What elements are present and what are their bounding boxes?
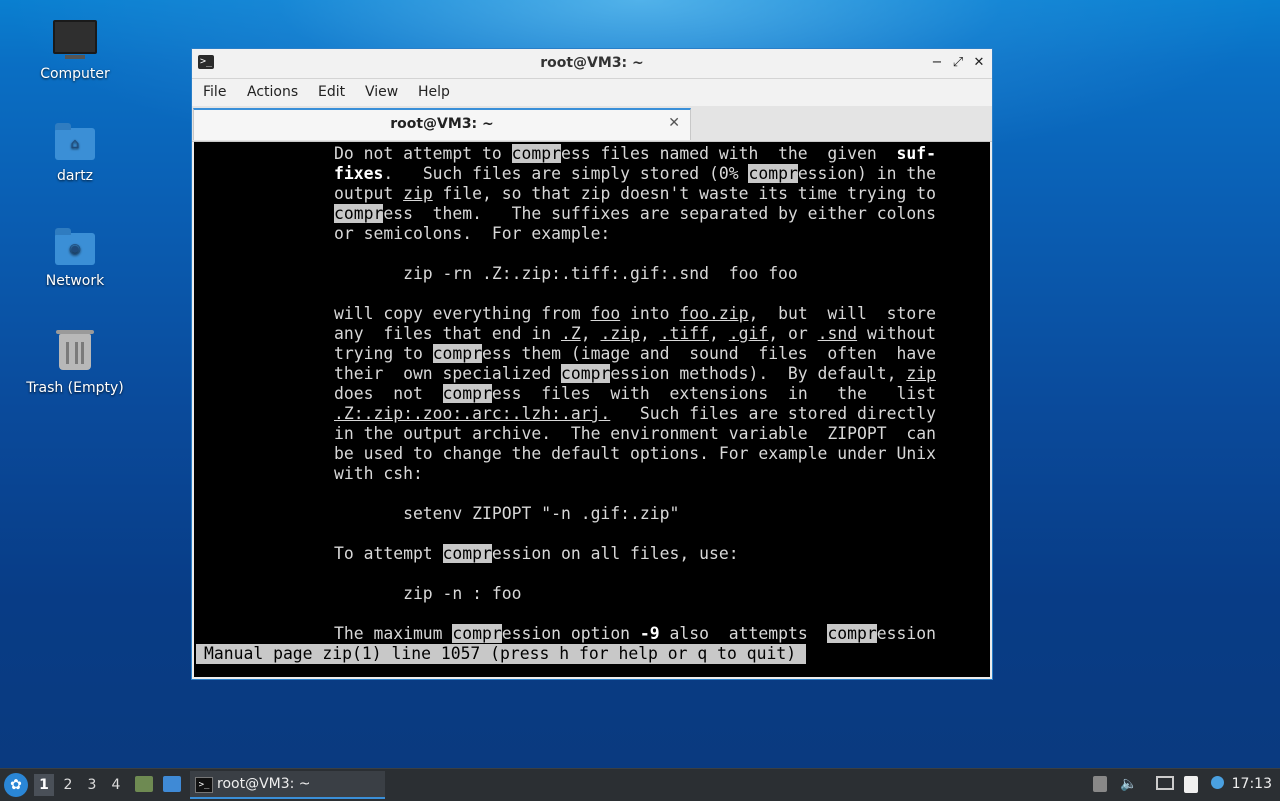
menu-view[interactable]: View bbox=[365, 84, 398, 100]
taskbar-task-terminal[interactable]: >_ root@VM3: ~ bbox=[190, 771, 385, 799]
task-label: root@VM3: ~ bbox=[217, 776, 311, 792]
desktop-icon-label: Computer bbox=[40, 66, 110, 82]
workspace-1-button[interactable]: 1 bbox=[34, 774, 54, 796]
file-manager-icon[interactable] bbox=[135, 776, 153, 792]
network-tray-icon[interactable] bbox=[1156, 776, 1174, 790]
tab-root-vm3[interactable]: root@VM3: ~ ✕ bbox=[193, 108, 691, 140]
man-page-text: Do not attempt to compress files named w… bbox=[334, 144, 937, 643]
close-button[interactable]: ✕ bbox=[970, 54, 988, 72]
clock: 17:13 bbox=[1231, 776, 1272, 792]
desktop-icon-dartz[interactable]: ⌂ dartz bbox=[20, 123, 130, 184]
menu-bar: File Actions Edit View Help bbox=[192, 79, 992, 106]
menu-file[interactable]: File bbox=[203, 84, 226, 100]
desktop-icon-label: Trash (Empty) bbox=[26, 380, 124, 396]
menu-help[interactable]: Help bbox=[418, 84, 450, 100]
terminal-output[interactable]: Do not attempt to compress files named w… bbox=[194, 142, 990, 677]
workspace-3-button[interactable]: 3 bbox=[82, 774, 102, 796]
window-title: root@VM3: ~ bbox=[540, 55, 644, 71]
start-menu-icon[interactable]: ✿ bbox=[4, 773, 28, 797]
network-folder-icon: ◉ bbox=[55, 228, 95, 265]
desktop-icon-computer[interactable]: Computer bbox=[20, 20, 130, 82]
workspace-4-button[interactable]: 4 bbox=[106, 774, 126, 796]
volume-icon[interactable]: 🔈 bbox=[1120, 776, 1137, 792]
terminal-task-icon: >_ bbox=[195, 777, 213, 793]
window-titlebar[interactable]: >_ root@VM3: ~ − ⤢ ✕ bbox=[192, 49, 992, 79]
desktop-icon-trash[interactable]: Trash (Empty) bbox=[20, 330, 130, 396]
computer-icon bbox=[53, 20, 97, 59]
desktop-icon-label: dartz bbox=[56, 168, 94, 184]
minimize-button[interactable]: − bbox=[928, 54, 946, 72]
clipboard-icon[interactable] bbox=[1184, 776, 1198, 793]
workspace-2-button[interactable]: 2 bbox=[58, 774, 78, 796]
show-desktop-icon[interactable] bbox=[163, 776, 181, 792]
taskbar: ✿ 1 2 3 4 >_ root@VM3: ~ 🔈 17:13 bbox=[0, 768, 1280, 801]
terminal-window: >_ root@VM3: ~ − ⤢ ✕ File Actions Edit V… bbox=[191, 48, 993, 680]
desktop-icon-label: Network bbox=[45, 273, 105, 289]
pager-status-line: Manual page zip(1) line 1057 (press h fo… bbox=[196, 644, 807, 664]
desktop-icon-network[interactable]: ◉ Network bbox=[20, 228, 130, 289]
maximize-button[interactable]: ⤢ bbox=[949, 54, 967, 72]
notification-icon[interactable] bbox=[1211, 776, 1224, 789]
tab-label: root@VM3: ~ bbox=[390, 116, 494, 132]
menu-edit[interactable]: Edit bbox=[318, 84, 345, 100]
tray-eject-icon[interactable] bbox=[1093, 776, 1107, 792]
menu-actions[interactable]: Actions bbox=[247, 84, 298, 100]
trash-icon bbox=[56, 330, 94, 370]
tab-close-icon[interactable]: ✕ bbox=[668, 115, 680, 131]
home-folder-icon: ⌂ bbox=[55, 123, 95, 160]
tab-strip: root@VM3: ~ ✕ bbox=[192, 106, 992, 142]
